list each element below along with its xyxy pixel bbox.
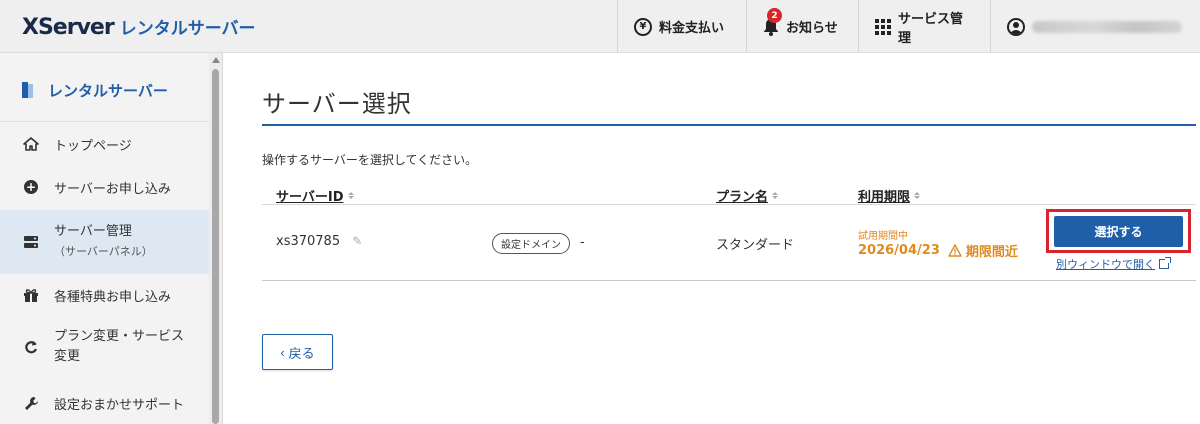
column-header-label: サーバーID [276,190,344,205]
top-header: XServer レンタルサーバー ¥ 料金支払い お知らせ 2 サービス管理 [0,0,1200,53]
external-link-icon [1159,257,1171,269]
sidebar-divider [0,121,209,122]
sidebar-item-server-application[interactable]: + サーバーお申し込み [0,175,209,199]
home-icon [22,137,40,151]
column-header-server-id[interactable]: サーバーID [276,186,354,205]
page-title: サーバー選択 [262,90,412,118]
expiry-date: 2026/04/23 [858,243,940,258]
chevron-left-icon: ‹ [280,344,285,360]
server-id: xs370785 [276,234,341,249]
expiry-warning: 期限間近 [948,241,1018,260]
sidebar-title[interactable]: レンタルサーバー [0,75,209,105]
sidebar-item-label: トップページ [54,138,132,154]
yen-icon: ¥ [634,17,652,36]
sort-icon [772,192,779,199]
notification-badge: 2 [767,8,782,23]
scrollbar-thumb[interactable] [212,69,219,424]
table-divider [262,204,1196,205]
notifications-nav[interactable]: お知らせ [746,0,858,53]
sidebar-item-label-line2: 変更 [54,349,81,364]
sidebar-title-label: レンタルサーバー [48,81,168,100]
server-icon [22,235,40,249]
sidebar-item-label: サーバーお申し込み [54,181,171,197]
domain-setting-tag: 設定ドメイン [492,233,570,254]
sidebar-scrollbar[interactable] [209,53,223,424]
xserver-logo[interactable]: XServer レンタルサーバー [22,14,256,40]
billing-nav[interactable]: ¥ 料金支払い [617,0,746,53]
refresh-icon [22,340,40,354]
expiry-warning-label: 期限間近 [965,245,1018,260]
sort-icon [347,192,354,199]
back-button[interactable]: ‹ 戻る [262,334,333,370]
logo-brand: XServer [22,15,115,40]
sidebar-item-label-line1: プラン変更・サービス [54,329,185,344]
title-underline [262,124,1196,126]
plus-circle-icon: + [24,180,38,194]
notifications-label: お知らせ [786,21,838,36]
wrench-icon [22,396,40,411]
server-id-cell: xs370785 ✎ [276,234,362,249]
sidebar-item-benefits-application[interactable]: 各種特典お申し込み [0,283,209,307]
account-name-redacted [1032,20,1182,33]
user-icon [1007,17,1025,36]
sidebar-item-top-page[interactable]: トップページ [0,132,209,156]
sidebar-item-label: サーバー管理 [54,224,132,239]
table-divider [262,280,1196,281]
grid-icon [875,18,891,35]
warning-icon [948,244,962,257]
column-header-label: 利用期限 [858,190,911,205]
logo-product: レンタルサーバー [119,19,256,39]
sidebar-item-label: 各種特典お申し込み [54,289,172,305]
billing-label: 料金支払い [659,21,725,36]
sidebar-item-setup-support[interactable]: 設定おまかせサポート [0,391,209,415]
column-header-plan[interactable]: プラン名 [716,186,779,205]
select-server-button[interactable]: 選択する [1054,216,1183,247]
open-new-window-link[interactable]: 別ウィンドウで開く [1056,256,1171,272]
sidebar-item-label: 設定おまかせサポート [54,397,185,413]
sidebar-item-sublabel: （サーバーパネル） [54,245,153,258]
account-menu[interactable] [990,0,1200,53]
book-icon [22,82,34,98]
sidebar-item-plan-change[interactable]: プラン変更・サービス 変更 [0,325,209,369]
gift-icon [22,288,40,303]
scroll-up-arrow-icon[interactable] [212,57,220,63]
expiry-cell: 2026/04/23 期限間近 [858,241,1018,260]
domain-value: - [580,235,585,250]
service-management-label: サービス管理 [898,11,964,46]
plan-name: スタンダード [716,238,795,253]
pencil-icon[interactable]: ✎ [352,234,362,248]
service-management-nav[interactable]: サービス管理 [858,0,990,53]
sidebar-item-server-management[interactable]: サーバー管理 （サーバーパネル） [0,210,209,274]
trial-status: 試用期間中 [858,231,908,242]
sidebar: レンタルサーバー トップページ + サーバーお申し込み サーバー管理 （サーバー… [0,53,209,424]
sort-icon [914,192,921,199]
open-new-window-label: 別ウィンドウで開く [1056,258,1155,271]
column-header-label: プラン名 [716,190,769,205]
instruction-text: 操作するサーバーを選択してください。 [262,153,478,167]
column-header-expiry[interactable]: 利用期限 [858,186,921,205]
back-label: 戻る [288,345,315,361]
